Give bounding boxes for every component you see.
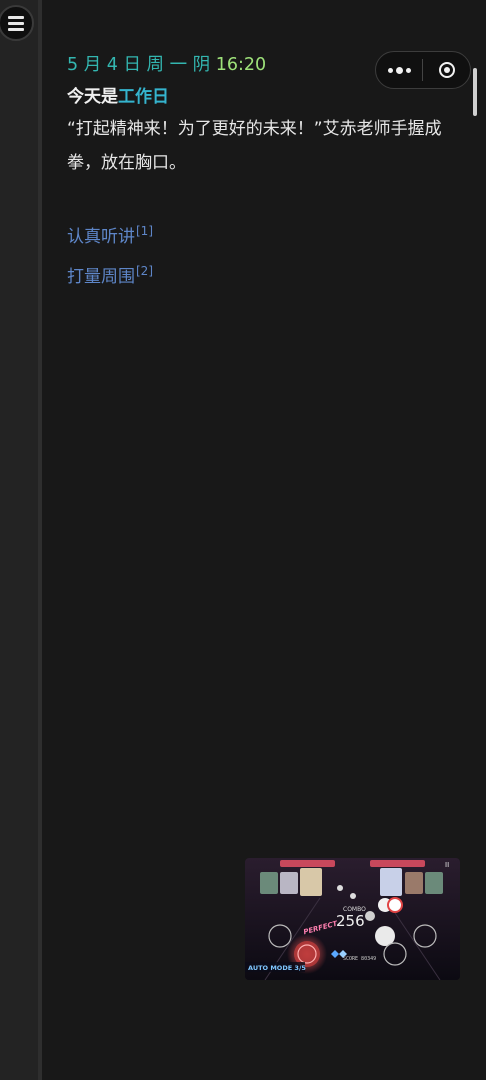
sidebar <box>0 0 38 1080</box>
day-type-value: 工作日 <box>118 87 169 107</box>
pause-button[interactable]: II <box>445 861 449 869</box>
hamburger-icon <box>8 15 24 19</box>
narration-text: “打起精神来！为了更好的未来！”艾赤老师手握成拳，放在胸口。 <box>67 119 442 173</box>
choice-label: 认真听讲 <box>67 227 135 247</box>
choice-look-around[interactable]: 打量周围[2] <box>67 254 153 294</box>
choice-ref: [2] <box>136 264 153 278</box>
combo-count: 256 <box>336 912 365 930</box>
hamburger-icon-bar <box>8 27 24 31</box>
date-weather: 5 月 4 日 周 一 阴 <box>67 55 211 75</box>
choice-ref: [1] <box>136 224 153 238</box>
floating-video-player[interactable]: II COMBO 256 PERFECT SCORE 80349 AUTO MO… <box>245 858 460 980</box>
scrollbar-thumb[interactable] <box>473 68 477 116</box>
choice-listen[interactable]: 认真听讲[1] <box>67 214 153 254</box>
day-type-line: 今天是工作日 <box>67 84 467 110</box>
choice-list: 认真听讲[1] 打量周围[2] <box>67 214 467 294</box>
auto-mode-label: AUTO MODE 3/5 <box>248 964 306 972</box>
story-content: 5 月 4 日 周 一 阴 16:20 今天是工作日 “打起精神来！为了更好的未… <box>67 52 467 294</box>
hamburger-icon-bar <box>8 21 24 25</box>
date-weather-line: 5 月 4 日 周 一 阴 16:20 <box>67 52 467 78</box>
choice-label: 打量周围 <box>67 267 135 287</box>
score-text: SCORE 80349 <box>343 956 377 962</box>
day-type-prefix: 今天是 <box>67 87 118 107</box>
clock-time: 16:20 <box>215 55 267 75</box>
sidebar-divider <box>38 0 42 1080</box>
